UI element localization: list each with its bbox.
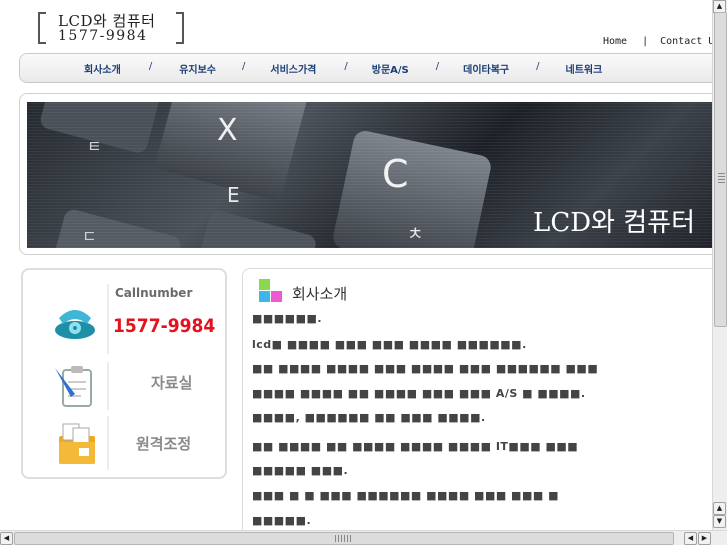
top-links-separator: | [642, 36, 649, 47]
nav-separator: / [242, 61, 246, 72]
scroll-right-arrow-icon[interactable]: ▶ [698, 532, 711, 545]
nav-item-network[interactable]: 네트워크 [566, 61, 603, 76]
sidebar-divider [107, 362, 109, 410]
scroll-left-arrow-icon[interactable]: ◀ [684, 532, 697, 545]
keycap-bottom [198, 211, 316, 248]
logo-bracket-right [176, 12, 184, 44]
key-letter-digeut: ㄷ [82, 227, 97, 246]
nav-item-pricing[interactable]: 서비스가격 [270, 61, 316, 76]
horizontal-scroll-thumb[interactable] [14, 532, 674, 545]
vertical-scrollbar[interactable]: ▲ ▲ ▼ [712, 0, 727, 530]
banner-title: LCD와 컴퓨터 [533, 208, 695, 238]
left-sidebar: Callnumber 1577-9984 자료실 원격조정 [21, 268, 227, 479]
key-letter-chieut: ㅊ [407, 224, 424, 245]
site-logo[interactable]: LCD와 컴퓨터 1577-9984 [38, 10, 184, 46]
content-line: ■■■■■■. [252, 312, 323, 325]
keycap-x [156, 102, 308, 200]
keycap-left-top [40, 102, 164, 153]
scroll-left-arrow-icon[interactable]: ◀ [0, 532, 13, 545]
content-title: 회사소개 [292, 285, 348, 303]
logo-bracket-left [38, 12, 46, 44]
content-line: ■■■■ ■■■■ ■■ ■■■■ ■■■ ■■■ A/S ■ ■■■■. [252, 387, 586, 400]
scroll-grip-icon [718, 173, 725, 183]
callnumber-title: Callnumber [115, 286, 193, 300]
nav-item-data-recovery[interactable]: 데이타복구 [463, 61, 509, 76]
keycap-c [333, 130, 491, 248]
call-number[interactable]: 1577-9984 [113, 315, 215, 337]
nav-separator: / [536, 61, 540, 72]
nav-item-company[interactable]: 회사소개 [84, 61, 121, 76]
content-line: ■■■■■. [252, 514, 312, 527]
remote-control-link[interactable]: 원격조정 [136, 433, 191, 454]
main-nav: 회사소개 / 유지보수 / 서비스가격 / 방문A/S / 데이타복구 / 네트… [19, 53, 719, 83]
nav-item-visit-as[interactable]: 방문A/S [372, 61, 409, 76]
nav-item-maintenance[interactable]: 유지보수 [179, 61, 216, 76]
key-letter-e: E [227, 183, 240, 207]
content-line: ■■ ■■■■ ■■■■ ■■■ ■■■■ ■■■ ■■■■■■ ■■■ [252, 362, 599, 375]
content-line: ■■■■, ■■■■■■ ■■ ■■■ ■■■■. [252, 411, 486, 424]
keycap-bottom-left [53, 209, 181, 248]
horizontal-scrollbar[interactable]: ◀ ◀ ▶ [0, 530, 727, 545]
banner-image: X E C ㅊ ㅌ ㄷ LCD와 컴퓨터 [27, 102, 713, 248]
content-line: ■■ ■■■■ ■■ ■■■■ ■■■■ ■■■■ IT■■■ ■■■ [252, 440, 579, 453]
nav-separator: / [435, 61, 440, 72]
section-squares-icon [259, 279, 283, 303]
key-letter-tieut: ㅌ [87, 137, 102, 156]
scroll-down-arrow-icon[interactable]: ▼ [713, 515, 726, 528]
vertical-scroll-thumb[interactable] [714, 12, 727, 327]
sidebar-divider [107, 284, 109, 354]
logo-phone: 1577-9984 [58, 28, 148, 44]
key-letter-x: X [217, 113, 238, 148]
home-link[interactable]: Home [603, 36, 627, 47]
content-line: lcd■ ■■■■ ■■■ ■■■ ■■■■ ■■■■■■. [252, 338, 527, 351]
scroll-grip-icon [335, 535, 353, 542]
content-line: ■■■■■ ■■■. [252, 464, 349, 477]
top-links: Home | Contact Us [603, 36, 720, 47]
archive-link[interactable]: 자료실 [151, 372, 192, 393]
clipboard-icon [55, 366, 92, 407]
scroll-up-arrow-icon[interactable]: ▲ [713, 502, 726, 515]
content-line: ■■■ ■ ■ ■■■ ■■■■■■ ■■■■ ■■■ ■■■ ■ [252, 489, 559, 502]
key-letter-c: C [382, 152, 409, 196]
remote-folder-icon [59, 423, 95, 464]
nav-separator: / [148, 61, 153, 72]
nav-separator: / [344, 61, 348, 72]
sidebar-divider [107, 416, 109, 470]
phone-icon [55, 310, 95, 339]
